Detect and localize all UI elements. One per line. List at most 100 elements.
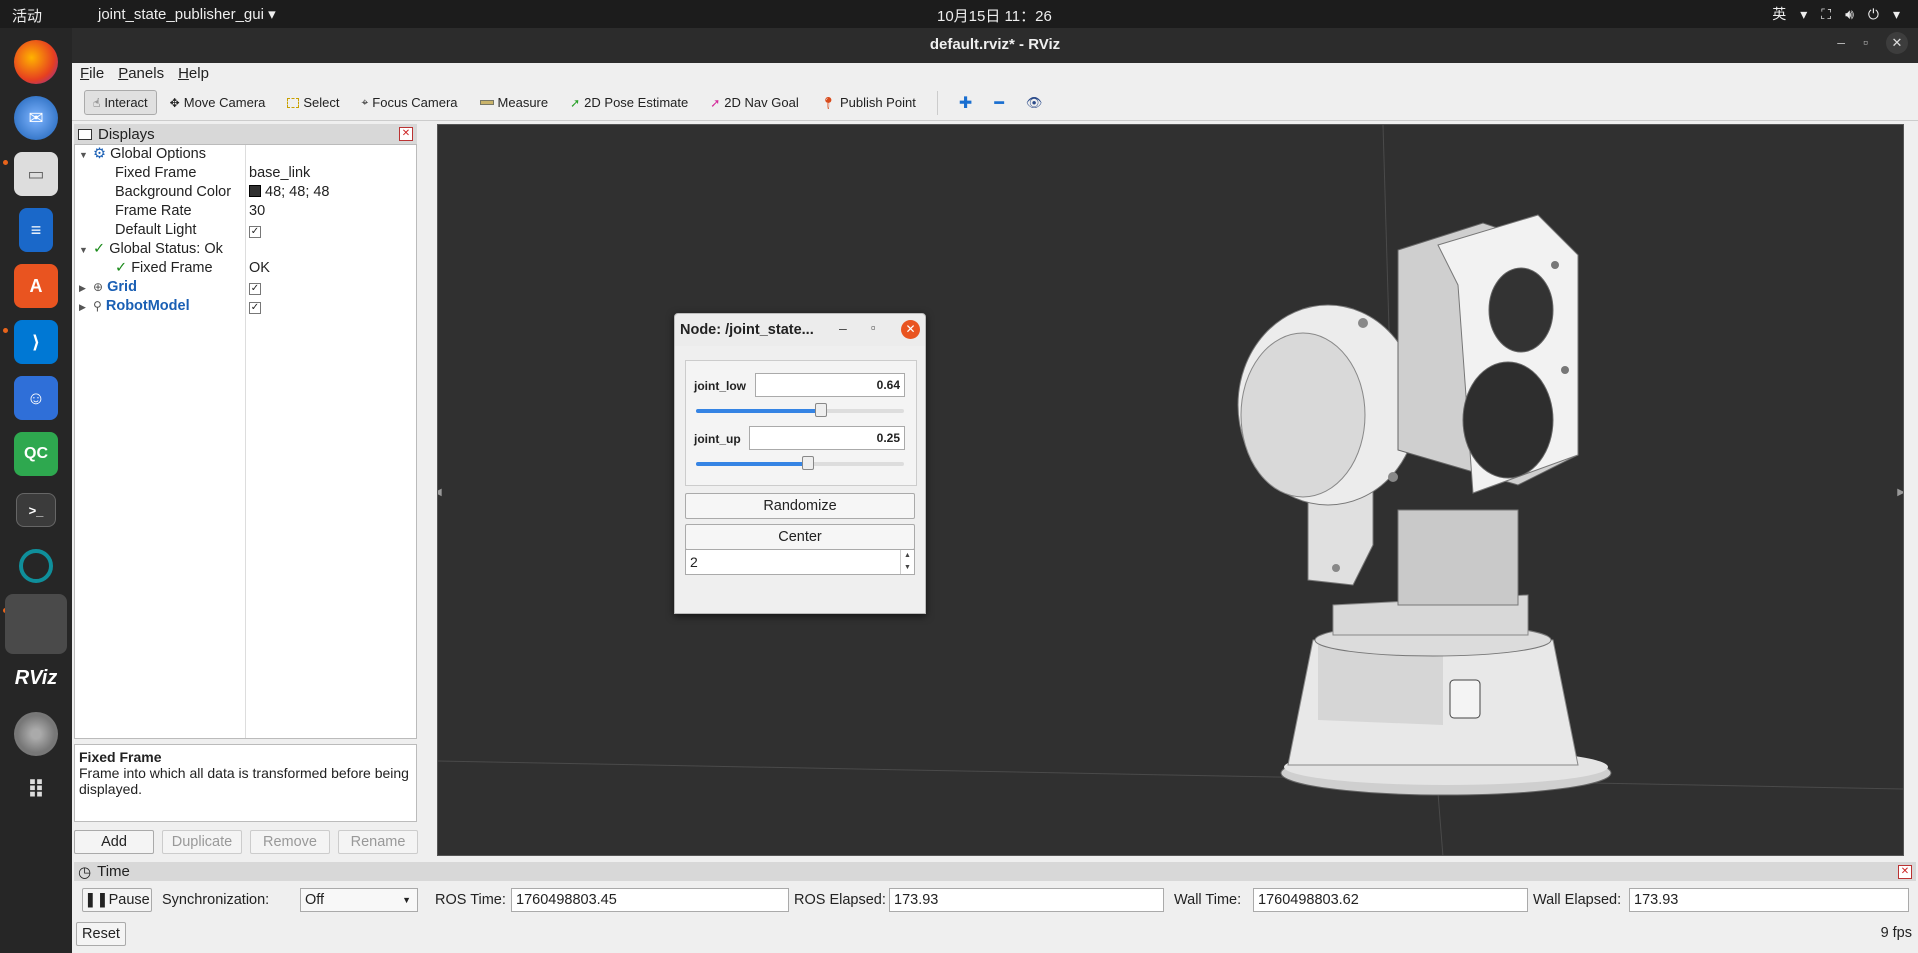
map-pin-icon: 📍︎	[820, 95, 836, 110]
active-window-launcher[interactable]	[5, 594, 67, 654]
joint-low-value-field[interactable]: 0.64	[755, 373, 905, 397]
qt-creator-launcher[interactable]: QC	[8, 426, 64, 482]
power-icon: ⏻	[1867, 5, 1879, 22]
add-display-button[interactable]: Add	[74, 830, 154, 854]
tree-row-status-fixed-frame[interactable]: ✓ Fixed Frame OK	[75, 259, 416, 278]
grid-checkbox[interactable]: ✓	[249, 283, 261, 295]
spin-up-icon[interactable]: ▲	[901, 550, 914, 562]
close-button[interactable]: ✕	[1886, 32, 1908, 54]
tree-row-fixed-frame[interactable]: Fixed Frame base_link	[75, 164, 416, 183]
left-collapse-arrow-icon[interactable]: ◀	[438, 487, 442, 498]
background-color-value[interactable]: 48; 48; 48	[265, 184, 330, 200]
slider-handle[interactable]	[802, 456, 815, 470]
close-panel-icon[interactable]: ✕	[1898, 865, 1912, 879]
default-light-checkbox[interactable]: ✓	[249, 226, 261, 238]
dialog-maximize-button[interactable]: ▫	[871, 320, 876, 335]
tree-row-global-options[interactable]: ▼ ⚙ Global Options	[75, 145, 416, 164]
spin-box[interactable]: 2 ▲ ▼	[685, 549, 915, 575]
tree-row-frame-rate[interactable]: Frame Rate 30	[75, 202, 416, 221]
right-collapse-arrow-icon[interactable]: ▶	[1897, 487, 1903, 498]
rename-display-button[interactable]: Rename	[338, 830, 418, 854]
firefox-launcher[interactable]	[8, 34, 64, 90]
settings-launcher[interactable]	[8, 538, 64, 594]
tree-row-default-light[interactable]: Default Light ✓	[75, 221, 416, 240]
focus-camera-tool[interactable]: ⌖ Focus Camera	[353, 90, 467, 115]
close-panel-icon[interactable]: ✕	[399, 127, 413, 141]
render-view[interactable]: ◀ ▶	[437, 124, 1904, 856]
joint-low-slider[interactable]	[696, 403, 904, 417]
select-tool[interactable]: Select	[278, 90, 348, 115]
writer-launcher[interactable]: ≡	[8, 202, 64, 258]
window-titlebar[interactable]: default.rviz* - RViz – ▫ ✕	[72, 28, 1918, 63]
fixed-frame-label: Fixed Frame	[115, 165, 197, 181]
input-method-indicator[interactable]: 英	[1772, 4, 1786, 24]
interact-tool[interactable]: ☝ Interact	[84, 90, 157, 115]
maximize-button[interactable]: ▫	[1863, 34, 1868, 54]
sync-select[interactable]: Off ▼	[300, 888, 418, 912]
slider-handle[interactable]	[814, 403, 827, 417]
minimize-button[interactable]: –	[1837, 34, 1845, 54]
disc-launcher[interactable]	[8, 706, 64, 762]
tree-row-robot-model[interactable]: ▶ ⚲ RobotModel ✓	[75, 297, 416, 316]
ros-time-field[interactable]: 1760498803.45	[511, 888, 789, 912]
frame-rate-value[interactable]: 30	[249, 203, 265, 219]
expand-arrow-icon[interactable]: ▶	[79, 283, 89, 294]
vscode-launcher[interactable]: ⟩	[8, 314, 64, 370]
menu-help[interactable]: Help	[178, 65, 209, 85]
dialog-close-button[interactable]: ✕	[901, 320, 920, 339]
menu-file[interactable]: File	[80, 65, 104, 85]
time-row: ❚❚ Pause Synchronization: Off ▼ ROS Time:…	[74, 886, 1916, 914]
system-tray[interactable]: 英 ▾ ⛶ 🔊︎ ⏻ ▾	[1772, 4, 1900, 24]
move-camera-tool[interactable]: ✥ Move Camera	[161, 90, 275, 115]
tree-row-global-status[interactable]: ▼ ✓ Global Status: Ok	[75, 240, 416, 259]
joint-up-value-field[interactable]: 0.25	[749, 426, 905, 450]
collapse-arrow-icon[interactable]: ▼	[79, 150, 89, 160]
remove-display-button[interactable]: Remove	[250, 830, 330, 854]
nav-goal-tool[interactable]: ➚ 2D Nav Goal	[701, 90, 807, 115]
spin-down-icon[interactable]: ▼	[901, 562, 914, 574]
robot-launcher[interactable]: ☺	[8, 370, 64, 426]
remove-tool-button[interactable]: ━	[985, 88, 1013, 118]
dialog-titlebar[interactable]: Node: /joint_state... – ▫ ✕	[675, 314, 925, 346]
terminal-launcher[interactable]: >_	[8, 482, 64, 538]
robot-pedestal-shade	[1318, 645, 1443, 725]
pose-estimate-tool[interactable]: ➚ 2D Pose Estimate	[561, 90, 697, 115]
clock[interactable]: 10月15日 11：26	[937, 5, 1052, 26]
input-dropdown-icon: ▾	[1800, 5, 1808, 22]
color-swatch[interactable]	[249, 185, 261, 197]
view-options-button[interactable]: 👁︎	[1017, 90, 1052, 116]
dialog-minimize-button[interactable]: –	[839, 320, 847, 336]
measure-tool[interactable]: Measure	[471, 90, 558, 115]
add-tool-button[interactable]: ✚	[950, 88, 981, 118]
network-icon: ⛶	[1821, 5, 1832, 22]
spin-arrows[interactable]: ▲ ▼	[900, 550, 914, 574]
joint-up-slider[interactable]	[696, 456, 904, 470]
reset-button[interactable]: Reset	[76, 922, 126, 946]
status-fixed-frame-value: OK	[249, 260, 270, 276]
app-menu[interactable]: joint_state_publisher_gui ▾	[98, 5, 276, 23]
files-launcher[interactable]: ▭	[8, 146, 64, 202]
center-button[interactable]: Center	[685, 524, 915, 550]
expand-arrow-icon[interactable]: ▶	[79, 302, 89, 313]
tree-row-grid[interactable]: ▶ ⊕ Grid ✓	[75, 278, 416, 297]
duplicate-display-button[interactable]: Duplicate	[162, 830, 242, 854]
ros-elapsed-field[interactable]: 173.93	[889, 888, 1164, 912]
show-apps-button[interactable]: ⠿	[8, 762, 64, 818]
publish-point-tool[interactable]: 📍︎ Publish Point	[812, 90, 925, 115]
tree-row-background-color[interactable]: Background Color 48; 48; 48	[75, 183, 416, 202]
randomize-button[interactable]: Randomize	[685, 493, 915, 519]
robot-model-checkbox[interactable]: ✓	[249, 302, 261, 314]
pause-button[interactable]: ❚❚ Pause	[82, 888, 152, 912]
check-icon: ✓	[93, 241, 106, 257]
wall-time-field[interactable]: 1760498803.62	[1253, 888, 1528, 912]
fixed-frame-value[interactable]: base_link	[249, 165, 310, 181]
wall-elapsed-field[interactable]: 173.93	[1629, 888, 1909, 912]
thunderbird-launcher[interactable]: ✉	[8, 90, 64, 146]
displays-panel: Displays ✕ ▼ ⚙ Global Options Fixed Fram…	[74, 124, 418, 858]
app-center-launcher[interactable]: A	[8, 258, 64, 314]
activities-button[interactable]: 活动	[12, 5, 42, 26]
menu-panels[interactable]: Panels	[118, 65, 164, 85]
rviz-launcher[interactable]: RViz	[8, 650, 64, 706]
move-camera-label: Move Camera	[183, 95, 266, 110]
collapse-arrow-icon[interactable]: ▼	[79, 245, 89, 255]
